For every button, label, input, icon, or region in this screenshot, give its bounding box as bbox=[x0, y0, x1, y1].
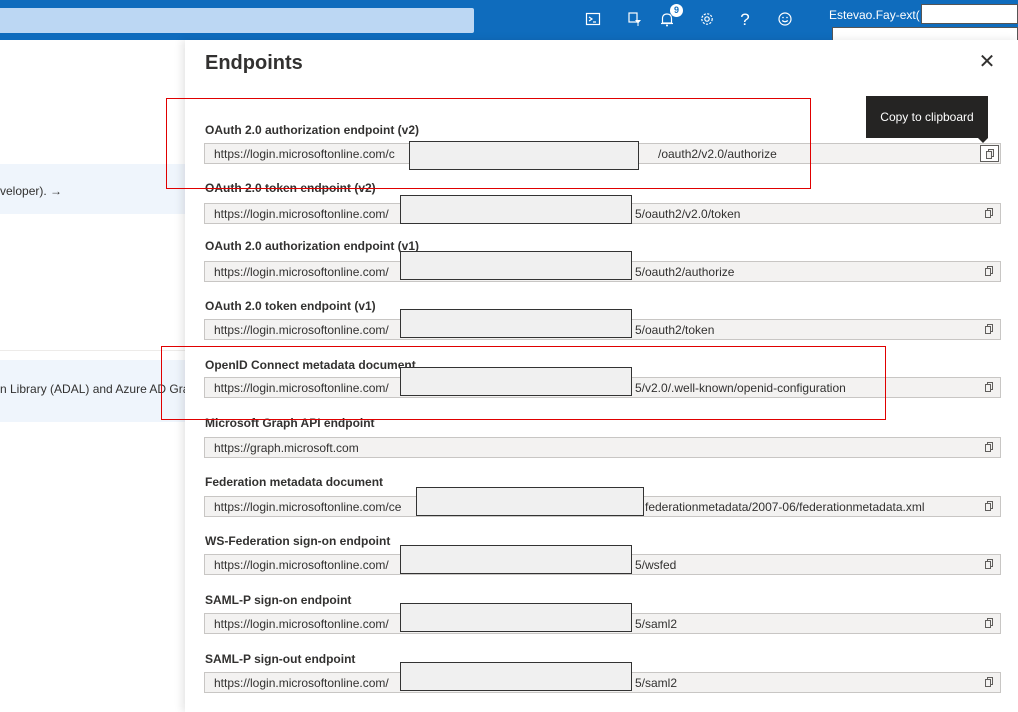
notification-count-badge: 9 bbox=[670, 4, 683, 17]
copy-icon bbox=[985, 266, 993, 276]
copy-button[interactable] bbox=[980, 205, 999, 222]
endpoint-url-prefix: https://login.microsoftonline.com/ bbox=[214, 558, 389, 572]
divider bbox=[0, 350, 185, 351]
info-banner: veloper). → bbox=[0, 164, 185, 214]
redaction-box bbox=[416, 487, 644, 516]
copy-icon bbox=[985, 559, 993, 569]
redaction-box bbox=[400, 603, 632, 632]
endpoint-url-prefix: https://graph.microsoft.com bbox=[214, 441, 359, 455]
endpoint-url-prefix: https://login.microsoftonline.com/ bbox=[214, 381, 389, 395]
endpoints-panel: Endpoints ✕ OAuth 2.0 authorization endp… bbox=[185, 40, 1018, 712]
settings-icon[interactable] bbox=[698, 11, 716, 29]
copy-button[interactable] bbox=[980, 379, 999, 396]
redaction-box bbox=[400, 309, 632, 338]
info-banner-text[interactable]: veloper). → bbox=[0, 184, 62, 198]
close-icon[interactable]: ✕ bbox=[977, 50, 997, 74]
copy-button[interactable] bbox=[980, 321, 999, 338]
copy-button[interactable] bbox=[980, 498, 999, 515]
feedback-icon[interactable] bbox=[776, 11, 794, 29]
redaction-box bbox=[400, 662, 632, 691]
cloud-shell-icon[interactable] bbox=[584, 11, 602, 29]
endpoint-url-suffix: 5/oauth2/authorize bbox=[635, 265, 735, 279]
endpoint-url-suffix: 5/saml2 bbox=[635, 676, 678, 690]
endpoint-url-suffix: 5/oauth2/v2.0/token bbox=[635, 207, 741, 221]
copy-button[interactable] bbox=[980, 556, 999, 573]
endpoint-field[interactable]: https://graph.microsoft.com bbox=[204, 437, 1001, 458]
endpoint-label: SAML-P sign-on endpoint bbox=[205, 593, 352, 607]
redaction-box bbox=[921, 4, 1018, 24]
redaction-box bbox=[400, 251, 632, 280]
copy-icon bbox=[985, 677, 993, 687]
endpoint-url-suffix: 5/oauth2/token bbox=[635, 323, 715, 337]
copy-icon bbox=[985, 208, 993, 218]
endpoint-url-suffix: 5/saml2 bbox=[635, 617, 678, 631]
copy-icon bbox=[986, 149, 994, 159]
copy-tooltip: Copy to clipboard bbox=[866, 96, 988, 143]
redaction-box bbox=[400, 367, 632, 396]
copy-icon bbox=[985, 382, 993, 392]
endpoint-label: OAuth 2.0 authorization endpoint (v2) bbox=[205, 123, 419, 137]
endpoint-url-prefix: https://login.microsoftonline.com/ bbox=[214, 207, 389, 221]
copy-icon bbox=[985, 501, 993, 511]
copy-icon bbox=[985, 324, 993, 334]
endpoint-url-prefix: https://login.microsoftonline.com/c bbox=[214, 147, 395, 161]
endpoint-url-suffix: federationmetadata/2007-06/federationmet… bbox=[645, 500, 925, 514]
endpoint-label: OAuth 2.0 token endpoint (v1) bbox=[205, 299, 376, 313]
endpoint-url-suffix: /oauth2/v2.0/authorize bbox=[658, 147, 777, 161]
copy-button[interactable] bbox=[980, 145, 999, 162]
endpoint-label: Federation metadata document bbox=[205, 475, 384, 489]
copy-icon bbox=[985, 442, 993, 452]
redaction-box bbox=[400, 545, 632, 574]
help-icon[interactable]: ? bbox=[736, 11, 754, 29]
copy-button[interactable] bbox=[980, 615, 999, 632]
endpoint-url-prefix: https://login.microsoftonline.com/ bbox=[214, 617, 389, 631]
endpoint-url-suffix: 5/v2.0/.well-known/openid-configuration bbox=[635, 381, 846, 395]
endpoint-url-prefix: https://login.microsoftonline.com/ce bbox=[214, 500, 402, 514]
endpoint-url-prefix: https://login.microsoftonline.com/ bbox=[214, 323, 389, 337]
search-box[interactable] bbox=[0, 8, 474, 33]
endpoint-label: OAuth 2.0 authorization endpoint (v1) bbox=[205, 239, 419, 253]
panel-title: Endpoints bbox=[205, 52, 303, 74]
endpoint-label: Microsoft Graph API endpoint bbox=[205, 416, 375, 430]
copy-button[interactable] bbox=[980, 439, 999, 456]
copy-button[interactable] bbox=[980, 674, 999, 691]
endpoint-url-suffix: 5/wsfed bbox=[635, 558, 677, 572]
redaction-box bbox=[409, 141, 639, 170]
copy-button[interactable] bbox=[980, 263, 999, 280]
endpoint-label: WS-Federation sign-on endpoint bbox=[205, 534, 391, 548]
copy-icon bbox=[985, 618, 993, 628]
redaction-box bbox=[400, 195, 632, 224]
endpoint-label: OAuth 2.0 token endpoint (v2) bbox=[205, 181, 376, 195]
endpoint-url-prefix: https://login.microsoftonline.com/ bbox=[214, 676, 389, 690]
info-banner: n Library (ADAL) and Azure AD Grap bbox=[0, 360, 196, 422]
endpoint-label: SAML-P sign-out endpoint bbox=[205, 652, 356, 666]
endpoint-label: OpenID Connect metadata document bbox=[205, 358, 416, 372]
user-name[interactable]: Estevao.Fay-ext( bbox=[829, 8, 920, 22]
directory-filter-icon[interactable] bbox=[626, 11, 644, 29]
info-banner-text: n Library (ADAL) and Azure AD Grap bbox=[0, 382, 197, 396]
endpoint-url-prefix: https://login.microsoftonline.com/ bbox=[214, 265, 389, 279]
